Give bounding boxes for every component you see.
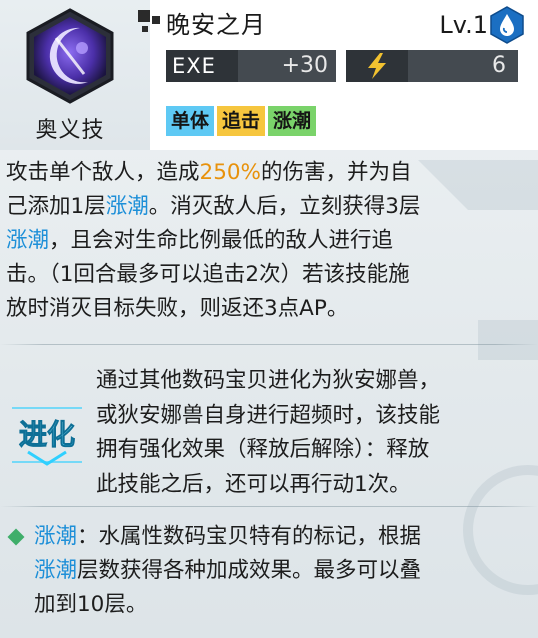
skill-name: 晚安之月 bbox=[166, 11, 266, 39]
desc-text: 己添加1层 bbox=[6, 194, 106, 219]
evo-line: 或狄安娜兽自身进行超频时，该技能 bbox=[96, 402, 441, 428]
keyword-high-tide[interactable]: 涨潮 bbox=[6, 228, 49, 253]
keyword-high-tide[interactable]: 涨潮 bbox=[34, 524, 77, 549]
skill-tags: 单体 追击 涨潮 bbox=[166, 106, 319, 136]
desc-text: 。消灭敌人后，立刻获得3层 bbox=[148, 194, 421, 219]
water-drop-icon bbox=[490, 6, 524, 44]
keyword-high-tide[interactable]: 涨潮 bbox=[34, 558, 77, 583]
ap-value: 6 bbox=[492, 53, 506, 78]
note-bullet-icon bbox=[7, 528, 25, 546]
desc-text: 攻击单个敌人，造成 bbox=[6, 160, 200, 185]
desc-text: 的伤害，并为自 bbox=[260, 160, 412, 185]
tag-single-target: 单体 bbox=[166, 106, 215, 136]
skill-type-label: 奥义技 bbox=[35, 118, 105, 143]
tag-follow-up: 追击 bbox=[217, 106, 266, 136]
evo-line: 通过其他数码宝贝进化为狄安娜兽， bbox=[96, 368, 441, 393]
evo-line: 拥有强化效果（释放后解除）：释放 bbox=[96, 437, 430, 462]
crescent-moon-icon[interactable] bbox=[22, 8, 118, 104]
note-text: ：水属性数码宝贝特有的标记，根据 bbox=[77, 524, 422, 549]
tag-high-tide: 涨潮 bbox=[268, 106, 317, 136]
exe-label: EXE bbox=[166, 50, 238, 82]
skill-description: 攻击单个敌人，造成250%的伤害，并为自 己添加1层涨潮。消灭敌人后，立刻获得3… bbox=[6, 156, 526, 326]
keyword-note: 涨潮：水属性数码宝贝特有的标记，根据 涨潮层数获得各种加成效果。最多可以叠 加到… bbox=[34, 520, 526, 622]
skill-level: Lv.1 bbox=[439, 11, 488, 39]
section-divider bbox=[0, 506, 538, 507]
note-line: 涨潮层数获得各种加成效果。最多可以叠 bbox=[34, 554, 526, 588]
skill-detail-card: 奥义技 晚安之月 Lv.1 EXE +30 6 单体 追击 涨潮 攻击单个敌人，… bbox=[0, 0, 538, 638]
evolution-description: 通过其他数码宝贝进化为狄安娜兽， 或狄安娜兽自身进行超频时，该技能 拥有强化效果… bbox=[96, 364, 528, 502]
exe-value: +30 bbox=[281, 53, 328, 78]
ap-cost-bar: 6 bbox=[346, 50, 518, 82]
evolution-badge-icon: 进化 bbox=[12, 407, 82, 466]
ap-icon-box bbox=[346, 50, 408, 82]
note-line: 加到10层。 bbox=[34, 592, 148, 617]
lightning-icon bbox=[368, 53, 386, 79]
desc-line: 己添加1层涨潮。消灭敌人后，立刻获得3层 bbox=[6, 190, 526, 224]
exe-stat-bar: EXE +30 bbox=[166, 50, 336, 82]
skill-header: 奥义技 晚安之月 Lv.1 EXE +30 6 单体 追击 涨潮 bbox=[0, 0, 538, 150]
evo-line: 此技能之后，还可以再行动1次。 bbox=[96, 471, 411, 497]
note-line: 涨潮：水属性数码宝贝特有的标记，根据 bbox=[34, 520, 526, 554]
damage-percent: 250% bbox=[199, 160, 261, 185]
keyword-high-tide[interactable]: 涨潮 bbox=[106, 194, 149, 219]
desc-line: 放时消灭目标失败，则返还3点AP。 bbox=[6, 296, 349, 321]
desc-line: 击。（1回合最多可以追击2次）若该技能施 bbox=[6, 262, 410, 287]
evolution-badge-label: 进化 bbox=[19, 418, 75, 451]
desc-line: 涨潮，且会对生命比例最低的敌人进行追 bbox=[6, 224, 526, 258]
section-divider bbox=[0, 344, 538, 345]
desc-line: 攻击单个敌人，造成250%的伤害，并为自 bbox=[6, 156, 526, 190]
note-text: 层数获得各种加成效果。最多可以叠 bbox=[77, 558, 422, 583]
desc-text: ，且会对生命比例最低的敌人进行追 bbox=[49, 228, 394, 253]
